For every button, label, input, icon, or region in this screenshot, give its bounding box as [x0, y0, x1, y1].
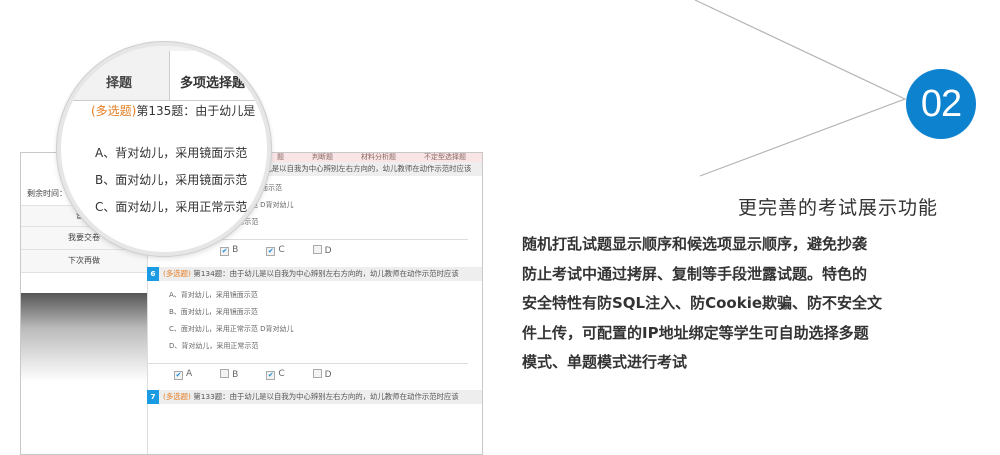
- tab-indefinite-choice[interactable]: 不定型选择题: [424, 153, 466, 162]
- checkbox-checked[interactable]: ✔: [266, 246, 276, 256]
- checkbox-checked[interactable]: ✔: [220, 246, 230, 256]
- magnified-tabs: 择题 多项选择题: [61, 46, 267, 101]
- answer-label: D: [324, 369, 332, 380]
- checkbox[interactable]: [312, 244, 322, 254]
- answer-option[interactable]: ✔ B: [220, 245, 238, 256]
- answer-option[interactable]: D: [312, 368, 332, 380]
- continue-later-button[interactable]: 下次再做: [21, 249, 147, 273]
- question-tag: (多选题): [163, 269, 191, 278]
- question-text: 第134题：由于幼儿是以自我为中心辨别左右方向的，幼儿教师在动作示范时应该: [193, 269, 459, 278]
- question-number: 7: [147, 390, 159, 404]
- answer-label: B: [232, 244, 239, 255]
- tab-single-choice[interactable]: 择题: [106, 72, 132, 91]
- answer-label: A: [186, 368, 193, 379]
- tab-multiple-choice[interactable]: 多项选择题: [169, 51, 267, 100]
- checkbox-checked[interactable]: ✔: [174, 370, 183, 380]
- feature-line: 模式、单题模式进行考试: [522, 353, 688, 371]
- answer-label: C: [278, 368, 285, 379]
- checkbox[interactable]: [220, 368, 230, 378]
- question-number: 6: [147, 267, 159, 281]
- feature-title: 更完善的考试展示功能: [737, 197, 938, 219]
- answer-checkboxes-134: ✔ A B ✔ C D: [147, 363, 468, 384]
- feature-line: 随机打乱试题显示顺序和候选项显示顺序，避免抄袭: [522, 235, 868, 253]
- answer-option[interactable]: B: [220, 368, 239, 380]
- question-header-133: 7 (多选题) 第133题：由于幼儿是以自我为中心辨别左右方向的，幼儿教师在动作示…: [147, 390, 482, 404]
- option-d: D、背对幼儿，采用正常示范: [169, 342, 259, 350]
- tab-multi-choice[interactable]: 题: [277, 153, 284, 162]
- option-a: A、背对幼儿，采用镜面示范: [169, 291, 258, 299]
- magnified-option-c: C、面对幼儿，采用正常示范: [95, 200, 248, 214]
- answer-option[interactable]: D: [312, 244, 332, 256]
- feature-line: 件上传，可配置的IP地址绑定等学生可自助选择多题: [522, 323, 869, 342]
- checkbox-checked[interactable]: ✔: [266, 370, 276, 380]
- checkbox[interactable]: [312, 368, 322, 378]
- feature-description: 随机打乱试题显示顺序和候选项显示顺序，避免抄袭 防止考试中通过拷屏、复制等手段泄…: [522, 230, 942, 378]
- question-text: 第133题：由于幼儿是以自我为中心辨别左右方向的，幼儿教师在动作示范时应该: [193, 392, 459, 401]
- answer-option[interactable]: ✔ C: [266, 368, 285, 380]
- answer-label: B: [232, 369, 239, 380]
- answer-label: D: [324, 245, 332, 256]
- question-tag: (多选题): [91, 104, 137, 118]
- tab-true-false[interactable]: 判断题: [312, 153, 333, 162]
- option-c: C、面对幼儿，采用正常示范 D背对幼儿: [169, 325, 294, 333]
- tab-label: 多项选择题: [180, 76, 246, 91]
- feature-line: 防止考试中通过拷屏、复制等手段泄露试题。特色的: [522, 264, 868, 283]
- question-header-134: 6 (多选题) 第134题：由于幼儿是以自我为中心辨别左右方向的，幼儿教师在动作示…: [147, 267, 482, 281]
- sidebar-gradient: [21, 293, 147, 454]
- option-b: B、面对幼儿，采用镜面示范: [169, 308, 258, 316]
- magnified-option-a: A、背对幼儿，采用镜面示范: [95, 146, 248, 160]
- magnified-question: (多选题)第135题：由于幼儿是: [91, 102, 255, 119]
- magnified-option-b: B、面对幼儿，采用镜面示范: [95, 173, 248, 187]
- magnifier-lens: 择题 多项选择题 (多选题)第135题：由于幼儿是 A、背对幼儿，采用镜面示范 …: [57, 42, 271, 256]
- answer-option[interactable]: ✔ C: [266, 244, 285, 256]
- step-number-badge: 02: [906, 69, 976, 139]
- question-tag: (多选题): [163, 392, 191, 401]
- answer-option[interactable]: ✔ A: [174, 369, 192, 380]
- feature-line: 安全特性有防SQL注入、防Cookie欺骗、防不安全文: [522, 294, 883, 312]
- answer-label: C: [278, 244, 285, 255]
- question-text: 第135题：由于幼儿是: [136, 104, 256, 118]
- tab-material-analysis[interactable]: 材料分析题: [361, 153, 396, 162]
